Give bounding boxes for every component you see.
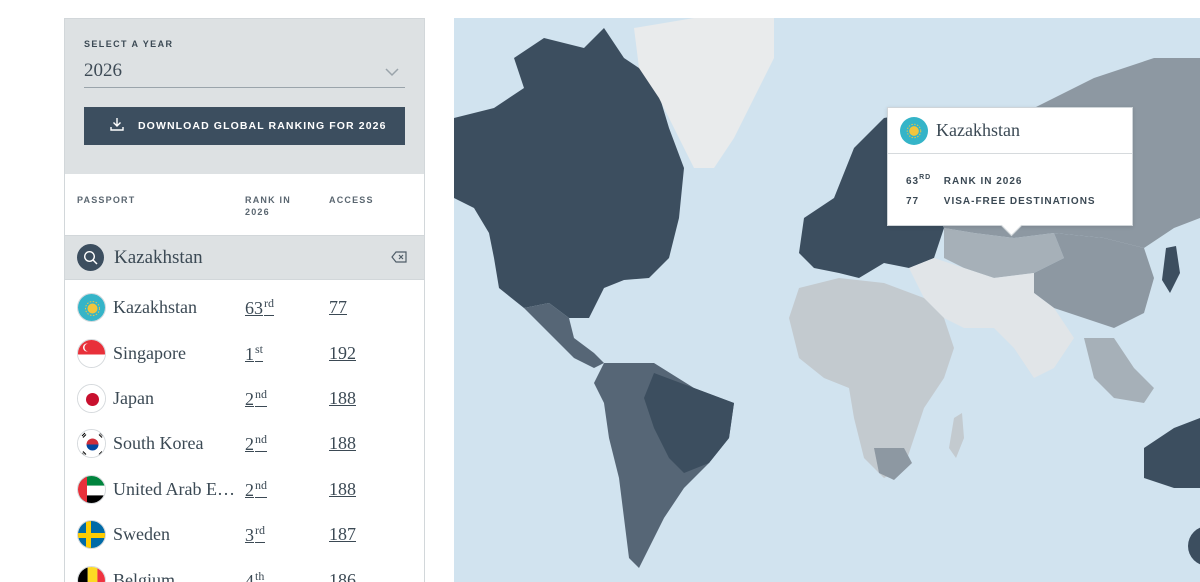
column-rank[interactable]: RANK IN 2026 xyxy=(245,194,305,218)
year-value: 2026 xyxy=(84,59,122,81)
search-row[interactable]: Kazakhstan xyxy=(65,236,424,280)
access-value[interactable]: 188 xyxy=(329,433,356,454)
kazakhstan-flag-icon xyxy=(900,116,928,145)
rank-value[interactable]: 4th xyxy=(245,569,264,582)
world-map[interactable] xyxy=(454,18,1200,582)
access-value[interactable]: 188 xyxy=(329,388,356,409)
year-select[interactable]: 2026 xyxy=(84,58,405,88)
rank-value[interactable]: 1st xyxy=(245,342,263,365)
rank-value[interactable]: 3rd xyxy=(245,523,265,546)
ranking-list: Kazakhstan 63rd 77 Singapore 1st 192 Jap… xyxy=(65,280,424,582)
tooltip-header: Kazakhstan xyxy=(888,108,1132,154)
column-access[interactable]: ACCESS xyxy=(329,194,374,206)
rank-value[interactable]: 2nd xyxy=(245,432,267,455)
kazakhstan-flag-icon xyxy=(77,293,106,323)
rank-value[interactable]: 2nd xyxy=(245,387,267,410)
madagascar-region[interactable] xyxy=(949,413,964,458)
country-name: Singapore xyxy=(113,342,186,363)
table-row[interactable]: Kazakhstan 63rd 77 xyxy=(65,285,424,330)
download-button-label: DOWNLOAD GLOBAL RANKING FOR 2026 xyxy=(138,120,387,132)
download-icon xyxy=(110,117,124,136)
rank-value[interactable]: 63rd xyxy=(245,296,274,319)
access-value[interactable]: 186 xyxy=(329,570,356,582)
column-passport[interactable]: PASSPORT xyxy=(77,194,135,206)
table-row[interactable]: Belgium 4th 186 xyxy=(65,557,424,582)
search-icon xyxy=(77,244,104,271)
south-korea-flag-icon xyxy=(77,429,106,459)
table-row[interactable]: Sweden 3rd 187 xyxy=(65,512,424,557)
tooltip-rank: 63RD RANK IN 2026 xyxy=(906,174,1023,187)
year-selector-section: SELECT A YEAR 2026 DOWNLOAD GLOBAL RANKI… xyxy=(65,19,424,174)
tooltip-country-name: Kazakhstan xyxy=(936,120,1020,140)
clear-icon[interactable] xyxy=(391,250,407,268)
table-row[interactable]: United Arab Emirates 2nd 188 xyxy=(65,467,424,512)
uae-flag-icon xyxy=(77,474,106,504)
table-row[interactable]: South Korea 2nd 188 xyxy=(65,421,424,466)
country-name: South Korea xyxy=(113,433,204,454)
year-label: SELECT A YEAR xyxy=(84,39,174,49)
country-name: Sweden xyxy=(113,524,170,545)
country-name: Japan xyxy=(113,387,154,408)
southeast-asia-region[interactable] xyxy=(1084,338,1154,403)
access-value[interactable]: 187 xyxy=(329,524,356,545)
country-name: United Arab Emirates xyxy=(113,478,243,499)
country-name: Kazakhstan xyxy=(113,297,197,318)
search-input[interactable]: Kazakhstan xyxy=(114,247,203,269)
africa-region[interactable] xyxy=(789,278,954,478)
country-name: Belgium xyxy=(113,569,175,582)
japan-flag-icon xyxy=(77,383,106,413)
sweden-flag-icon xyxy=(77,520,106,550)
access-value[interactable]: 77 xyxy=(329,297,347,318)
tooltip-access: 77 VISA-FREE DESTINATIONS xyxy=(906,196,1096,207)
access-value[interactable]: 192 xyxy=(329,343,356,364)
download-ranking-button[interactable]: DOWNLOAD GLOBAL RANKING FOR 2026 xyxy=(84,107,405,145)
singapore-flag-icon xyxy=(77,338,106,368)
country-tooltip: Kazakhstan 63RD RANK IN 2026 77 VISA-FRE… xyxy=(887,107,1133,226)
table-row[interactable]: Japan 2nd 188 xyxy=(65,376,424,421)
table-row[interactable]: Singapore 1st 192 xyxy=(65,330,424,375)
passport-ranking-panel: SELECT A YEAR 2026 DOWNLOAD GLOBAL RANKI… xyxy=(64,18,425,582)
table-header: PASSPORT RANK IN 2026 ACCESS xyxy=(65,174,424,236)
rank-value[interactable]: 2nd xyxy=(245,478,267,501)
belgium-flag-icon xyxy=(77,565,106,582)
japan-region[interactable] xyxy=(1162,246,1180,293)
australia-region[interactable] xyxy=(1144,418,1200,488)
chevron-down-icon xyxy=(385,64,399,82)
south-africa-region[interactable] xyxy=(874,448,912,480)
access-value[interactable]: 188 xyxy=(329,479,356,500)
